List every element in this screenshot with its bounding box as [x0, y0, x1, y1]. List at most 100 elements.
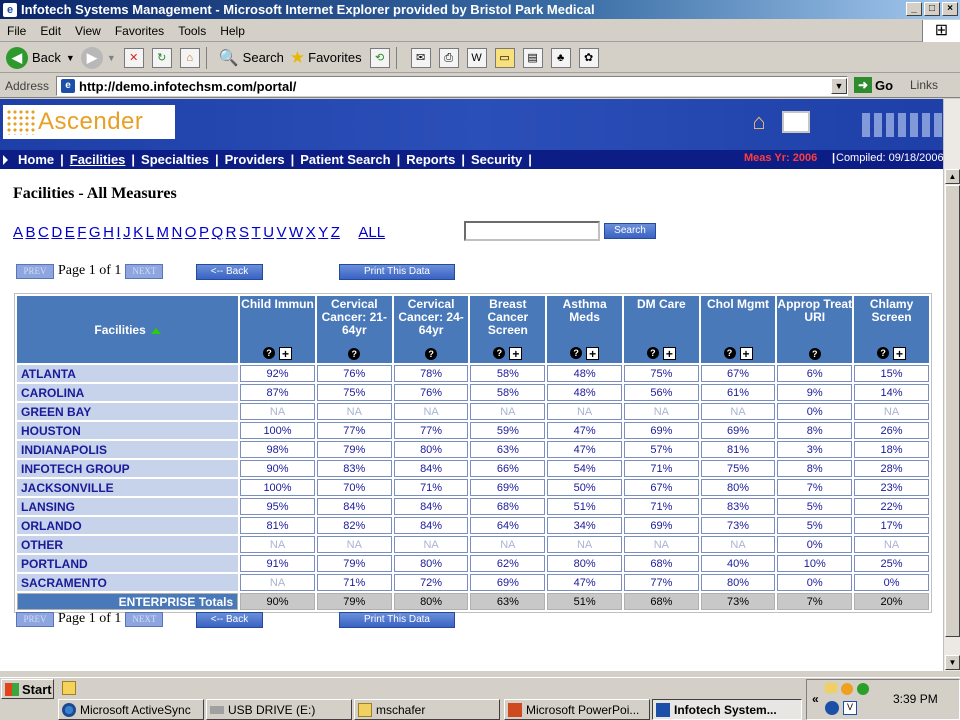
address-dropdown-icon[interactable]: ▼ — [831, 78, 847, 94]
alpha-link-x[interactable]: X — [306, 224, 316, 241]
alpha-link-k[interactable]: K — [133, 224, 143, 241]
measure-cell[interactable]: 77% — [393, 422, 469, 439]
measure-cell[interactable]: 14% — [854, 384, 929, 401]
print-data-button[interactable]: Print This Data — [339, 612, 455, 628]
alpha-link-g[interactable]: G — [89, 224, 101, 241]
task-usb-drive[interactable]: USB DRIVE (E:) — [206, 699, 352, 720]
measure-cell[interactable]: 18% — [854, 441, 929, 458]
alpha-link-h[interactable]: H — [103, 224, 114, 241]
facility-name-link[interactable]: OTHER — [17, 536, 239, 553]
start-button[interactable]: Start — [1, 679, 54, 699]
measure-cell[interactable]: 70% — [316, 479, 392, 496]
measure-column-header[interactable]: Cervical Cancer: 24-64yr? — [393, 296, 469, 363]
measure-cell[interactable]: 81% — [240, 517, 315, 534]
scroll-down-icon[interactable]: ▼ — [945, 655, 960, 670]
menu-help[interactable]: Help — [213, 24, 252, 38]
discuss-icon[interactable]: ▭ — [494, 47, 515, 68]
nav-providers[interactable]: Providers — [219, 152, 291, 167]
task-activesync[interactable]: Microsoft ActiveSync — [58, 699, 204, 720]
measure-cell[interactable]: 84% — [316, 498, 392, 515]
measure-cell[interactable]: 57% — [624, 441, 699, 458]
help-icon[interactable]: ? — [348, 348, 361, 360]
measure-cell[interactable]: 80% — [700, 479, 776, 496]
measure-cell[interactable]: 47% — [547, 574, 623, 591]
edit-icon[interactable]: W — [466, 47, 487, 68]
measure-cell[interactable]: 84% — [393, 517, 469, 534]
measure-cell[interactable]: 68% — [624, 555, 699, 572]
measure-cell[interactable]: 48% — [547, 365, 623, 382]
measure-cell[interactable]: 58% — [470, 384, 546, 401]
alpha-link-v[interactable]: V — [277, 224, 287, 241]
measure-cell[interactable]: 50% — [547, 479, 623, 496]
facility-name-link[interactable]: INDIANAPOLIS — [17, 441, 239, 458]
measure-cell[interactable]: 68% — [470, 498, 546, 515]
alpha-link-o[interactable]: O — [185, 224, 197, 241]
measure-cell[interactable]: 75% — [624, 365, 699, 382]
facility-name-link[interactable]: GREEN BAY — [17, 403, 239, 420]
alpha-link-j[interactable]: J — [123, 224, 131, 241]
scroll-up-icon[interactable]: ▲ — [945, 169, 960, 184]
measure-cell[interactable]: 69% — [700, 422, 776, 439]
measure-cell[interactable]: 71% — [624, 498, 699, 515]
maximize-button[interactable]: □ — [924, 2, 940, 16]
measure-cell[interactable]: 100% — [240, 422, 315, 439]
measure-cell[interactable]: 5% — [777, 517, 853, 534]
header-window-icon[interactable] — [782, 111, 810, 133]
facility-name-link[interactable]: INFOTECH GROUP — [17, 460, 239, 477]
help-icon[interactable]: ? — [723, 347, 736, 359]
measure-cell[interactable]: 0% — [854, 574, 929, 591]
measure-cell[interactable]: 71% — [624, 460, 699, 477]
back-dropdown-icon[interactable]: ▼ — [66, 53, 75, 63]
help-icon[interactable]: ? — [877, 347, 890, 359]
nav-patient-search[interactable]: Patient Search — [294, 152, 396, 167]
facilities-column-header[interactable]: Facilities — [17, 296, 239, 363]
measure-cell[interactable]: 63% — [470, 441, 546, 458]
measure-cell[interactable]: 67% — [700, 365, 776, 382]
measure-cell[interactable]: 9% — [777, 384, 853, 401]
alpha-link-f[interactable]: F — [77, 224, 86, 241]
measure-cell[interactable]: 75% — [700, 460, 776, 477]
measure-cell[interactable]: 87% — [240, 384, 315, 401]
alpha-link-s[interactable]: S — [239, 224, 249, 241]
measure-cell[interactable]: 83% — [700, 498, 776, 515]
expand-icon[interactable]: + — [893, 347, 907, 360]
measure-cell[interactable]: 5% — [777, 498, 853, 515]
measure-cell[interactable]: 77% — [624, 574, 699, 591]
measure-cell[interactable]: 76% — [316, 365, 392, 382]
prev-button[interactable]: PREV — [16, 611, 54, 627]
home-icon[interactable]: ⌂ — [179, 47, 200, 68]
measure-cell[interactable]: 34% — [547, 517, 623, 534]
refresh-icon[interactable]: ↻ — [151, 47, 172, 68]
help-icon[interactable]: ? — [263, 347, 276, 359]
measure-cell[interactable]: 71% — [393, 479, 469, 496]
measure-cell[interactable]: 79% — [316, 555, 392, 572]
measure-cell[interactable]: 47% — [547, 422, 623, 439]
measure-cell[interactable]: 69% — [470, 479, 546, 496]
links-button[interactable]: Links — [910, 78, 938, 92]
measure-cell[interactable]: 23% — [854, 479, 929, 496]
expand-icon[interactable]: + — [509, 347, 523, 360]
measure-cell[interactable]: 66% — [470, 460, 546, 477]
alpha-link-u[interactable]: U — [263, 224, 274, 241]
measure-cell[interactable]: 69% — [624, 422, 699, 439]
back-button[interactable]: ◀ Back ▼ — [6, 46, 75, 69]
task-powerpoint[interactable]: Microsoft PowerPoi... — [504, 699, 650, 720]
tray-icons[interactable]: V — [825, 683, 885, 719]
measure-cell[interactable]: 92% — [240, 365, 315, 382]
task-infotech[interactable]: Infotech System... — [652, 699, 802, 720]
measure-column-header[interactable]: Chlamy Screen? + — [854, 296, 929, 363]
measure-cell[interactable]: 8% — [777, 460, 853, 477]
help-icon[interactable]: ? — [493, 347, 506, 359]
next-button[interactable]: NEXT — [125, 611, 164, 627]
measure-cell[interactable]: 80% — [393, 555, 469, 572]
measure-cell[interactable]: 10% — [777, 555, 853, 572]
nav-reports[interactable]: Reports — [400, 152, 461, 167]
measure-cell[interactable]: 98% — [240, 441, 315, 458]
alpha-link-m[interactable]: M — [156, 224, 169, 241]
favorites-button[interactable]: ★ Favorites — [290, 48, 362, 68]
measure-cell[interactable]: 79% — [316, 441, 392, 458]
measure-cell[interactable]: 22% — [854, 498, 929, 515]
close-button[interactable]: × — [942, 2, 958, 16]
measure-cell[interactable]: 78% — [393, 365, 469, 382]
search-submit-button[interactable]: Search — [604, 223, 656, 239]
